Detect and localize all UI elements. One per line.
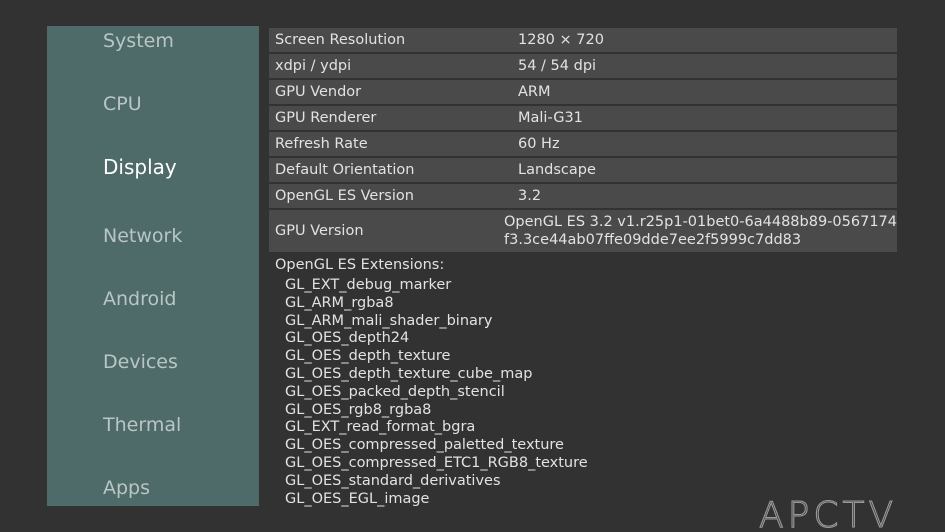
info-value: ARM [518, 84, 551, 100]
info-row-refresh-rate: Refresh Rate 60 Hz [269, 132, 897, 156]
list-item: GL_OES_compressed_ETC1_RGB8_texture [285, 454, 588, 471]
apctv-watermark-logo: APCTV [758, 496, 897, 530]
list-item: GL_ARM_rgba8 [285, 294, 394, 311]
info-row-gpu-vendor: GPU Vendor ARM [269, 80, 897, 104]
info-key: Default Orientation [275, 162, 415, 178]
info-key: GPU Renderer [275, 110, 377, 126]
display-info-table: Screen Resolution 1280 × 720 xdpi / ydpi… [269, 28, 897, 254]
sidebar-item-network[interactable]: Network [103, 225, 182, 247]
list-item: GL_OES_EGL_image [285, 490, 430, 507]
info-row-screen-resolution: Screen Resolution 1280 × 720 [269, 28, 897, 52]
info-value: Mali-G31 [518, 110, 583, 126]
list-item: GL_OES_compressed_paletted_texture [285, 437, 564, 454]
info-value: OpenGL ES 3.2 v1.r25p1-01bet0-6a4488b89-… [504, 213, 897, 249]
info-row-gpu-version: GPU Version OpenGL ES 3.2 v1.r25p1-01bet… [269, 210, 897, 252]
sidebar-item-display[interactable]: Display [103, 155, 177, 179]
sidebar-item-android[interactable]: Android [103, 288, 176, 310]
sidebar-item-thermal[interactable]: Thermal [103, 414, 181, 436]
gpu-version-line-2: f3.3ce44ab07ffe09dde7ee2f5999c7dd83 [504, 232, 802, 248]
sidebar-item-system[interactable]: System [103, 30, 174, 52]
list-item: GL_ARM_mali_shader_binary [285, 312, 493, 329]
list-item: GL_OES_depth24 [285, 330, 410, 347]
info-key: Screen Resolution [275, 32, 406, 48]
sidebar-item-cpu[interactable]: CPU [103, 93, 142, 115]
list-item: GL_OES_depth_texture [285, 348, 451, 365]
sidebar-item-devices[interactable]: Devices [103, 351, 178, 373]
info-value: 3.2 [518, 188, 542, 204]
info-key: GPU Vendor [275, 84, 362, 100]
info-value: 60 Hz [518, 136, 560, 152]
info-row-opengl-es-version: OpenGL ES Version 3.2 [269, 184, 897, 208]
list-item: GL_OES_depth_texture_cube_map [285, 365, 533, 382]
extensions-list: GL_EXT_debug_marker GL_ARM_rgba8 GL_ARM_… [285, 277, 588, 508]
list-item: GL_OES_packed_depth_stencil [285, 383, 505, 400]
list-item: GL_EXT_read_format_bgra [285, 419, 476, 436]
info-row-default-orientation: Default Orientation Landscape [269, 158, 897, 182]
app-screen: System CPU Display Network Android Devic… [0, 0, 945, 532]
info-key: Refresh Rate [275, 136, 368, 152]
list-item: GL_OES_rgb8_rgba8 [285, 401, 432, 418]
sidebar: System CPU Display Network Android Devic… [47, 26, 259, 506]
info-key: OpenGL ES Version [275, 188, 414, 204]
info-value: Landscape [518, 162, 596, 178]
list-item: GL_EXT_debug_marker [285, 277, 452, 293]
info-value: 1280 × 720 [518, 32, 604, 48]
info-value: 54 / 54 dpi [518, 58, 597, 74]
list-item: GL_OES_standard_derivatives [285, 472, 501, 489]
watermark-text: APCTV [759, 496, 897, 530]
extensions-title: OpenGL ES Extensions: [275, 257, 445, 273]
gpu-version-line-1: OpenGL ES 3.2 v1.r25p1-01bet0-6a4488b89-… [504, 214, 897, 230]
sidebar-item-apps[interactable]: Apps [103, 477, 150, 499]
info-row-dpi: xdpi / ydpi 54 / 54 dpi [269, 54, 897, 78]
info-key: xdpi / ydpi [275, 58, 352, 74]
info-key: GPU Version [275, 223, 364, 239]
info-row-gpu-renderer: GPU Renderer Mali-G31 [269, 106, 897, 130]
